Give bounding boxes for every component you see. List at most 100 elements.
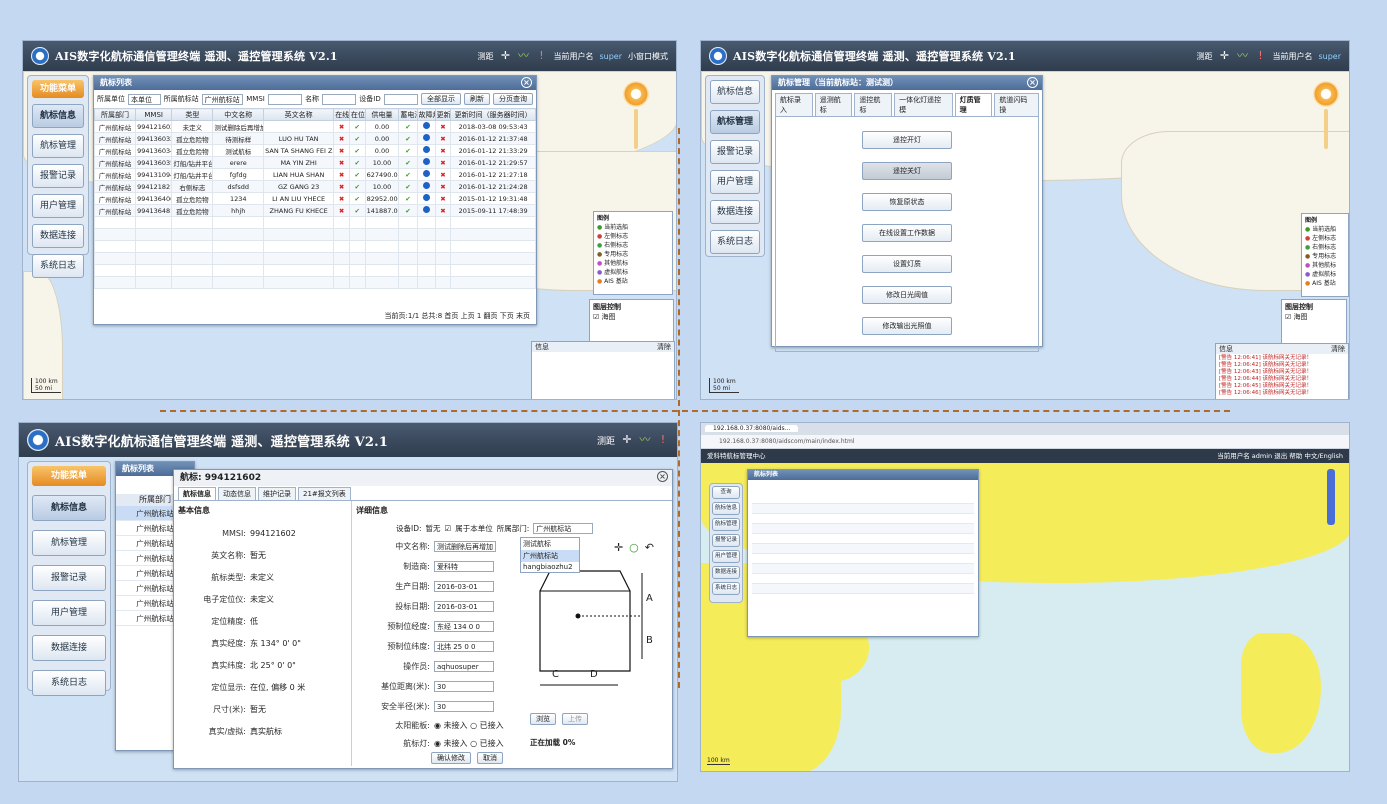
measure-button[interactable]: 测距: [597, 434, 615, 447]
control-button-3[interactable]: 在线设置工作数据: [862, 224, 952, 242]
table-row[interactable]: [752, 524, 974, 534]
pager[interactable]: 当前页:1/1 总共:8 首页 上页 1 翻页 下页 末页: [385, 311, 530, 321]
menu-item-aid-manage[interactable]: 航标管理: [32, 134, 84, 158]
solar-radio-no[interactable]: ◉ 未接入: [434, 720, 468, 731]
measure-button[interactable]: 测距: [477, 51, 493, 62]
minimap-toggle[interactable]: 小窗口模式: [628, 51, 668, 62]
own-unit-checkbox[interactable]: ☑: [445, 524, 452, 533]
column-header[interactable]: MMSI: [135, 108, 173, 121]
column-header[interactable]: 英文名称: [263, 108, 335, 121]
table-row[interactable]: [752, 514, 974, 524]
table-row[interactable]: [752, 554, 974, 564]
map-view[interactable]: 功能菜单 航标信息 航标管理 报警记录 用户管理 数据连接 系统日志 航标列表 ×…: [23, 71, 676, 399]
tab-3[interactable]: 21#报文列表: [298, 487, 351, 500]
zoom-slider[interactable]: [634, 109, 638, 149]
table-row[interactable]: 广州航标站 994136035 灯船/钻井平台 erere MA YIN ZHI ✖ ✔ 10…: [94, 156, 536, 169]
upload-button[interactable]: 上传: [562, 713, 588, 725]
draw-icon[interactable]: 〰: [517, 50, 529, 62]
web-sidebar-item[interactable]: 用户管理: [712, 550, 740, 563]
form-input[interactable]: 测试删除后再增加: [434, 540, 496, 552]
browse-button[interactable]: 浏览: [530, 713, 556, 725]
web-sidebar-item[interactable]: 数据连接: [712, 566, 740, 579]
browser-tab[interactable]: 192.168.0.37:8080/aids...: [705, 425, 799, 432]
table-row[interactable]: [752, 564, 974, 574]
pan-icon[interactable]: ✛: [621, 434, 633, 446]
lamp-radio-no[interactable]: ◉ 未接入: [434, 738, 468, 749]
column-header[interactable]: 蓄电池: [398, 108, 418, 121]
name-input[interactable]: [322, 93, 357, 105]
tab-1[interactable]: 动态信息: [218, 487, 256, 500]
compass-icon[interactable]: [623, 81, 649, 107]
form-input[interactable]: aqhuosuper: [434, 660, 494, 672]
table-row[interactable]: [752, 504, 974, 514]
web-sidebar-item[interactable]: 报警记录: [712, 534, 740, 547]
menu-item-system-log[interactable]: 系统日志: [710, 230, 760, 254]
table-row[interactable]: 广州航标站 994136034 孤立危险物 测试航标 SAN TA SHANG FEI …: [94, 144, 536, 157]
control-button-5[interactable]: 修改日光阈值: [862, 286, 952, 304]
form-input[interactable]: 爱科特: [434, 560, 494, 572]
info-clear-button[interactable]: 清除: [1331, 344, 1345, 354]
menu-item-users[interactable]: 用户管理: [32, 194, 84, 218]
column-header[interactable]: 在位: [348, 108, 366, 121]
web-sidebar-item[interactable]: 航标管理: [712, 518, 740, 531]
compass-icon[interactable]: [1313, 81, 1339, 107]
device-input[interactable]: [383, 93, 418, 105]
draw-icon[interactable]: 〰: [639, 434, 651, 446]
tab-2[interactable]: 遥控航标: [854, 93, 893, 116]
warning-icon[interactable]: !: [535, 50, 547, 62]
column-header[interactable]: 更新: [434, 108, 452, 121]
menu-item-alarms[interactable]: 报警记录: [32, 164, 84, 188]
web-sidebar-item[interactable]: 系统日志: [712, 582, 740, 595]
layer-item[interactable]: ☑ 海图: [593, 312, 670, 322]
layer-item[interactable]: ☑ 海图: [1285, 312, 1343, 322]
control-button-2[interactable]: 恢复原状态: [862, 193, 952, 211]
mmsi-input[interactable]: [267, 93, 303, 105]
chart-zoom-slider[interactable]: [1327, 469, 1335, 525]
table-row[interactable]: [752, 584, 974, 594]
menu-item-system-log[interactable]: 系统日志: [32, 254, 84, 278]
undo-icon[interactable]: ↶: [645, 541, 654, 554]
map-zoom-control[interactable]: [623, 81, 649, 151]
menu-item-aid-info[interactable]: 航标信息: [32, 104, 84, 128]
table-row[interactable]: 广州航标站 994136481 孤立危险物 hhjh ZHANG FU KHECE ✖ ✔ 1…: [94, 204, 536, 217]
menu-item-aid-manage[interactable]: 航标管理: [710, 110, 760, 134]
tab-1[interactable]: 遥测航标: [814, 93, 853, 116]
column-header[interactable]: 更新时间（服务器时间）: [450, 108, 536, 121]
web-sidebar-item[interactable]: 航标信息: [712, 502, 740, 515]
info-clear-button[interactable]: 清除: [657, 342, 671, 352]
table-row[interactable]: [752, 574, 974, 584]
dropdown-option[interactable]: 广州航标站: [521, 550, 579, 562]
paged-query-button[interactable]: 分页查询: [493, 93, 533, 105]
column-header[interactable]: 中文名称: [212, 108, 265, 121]
refresh-button[interactable]: 刷新: [464, 93, 490, 105]
map-view[interactable]: 功能菜单 航标信息 航标管理 报警记录 用户管理 数据连接 系统日志 航标列表 …: [19, 457, 677, 781]
solar-radio-yes[interactable]: ○ 已接入: [470, 720, 504, 731]
map-view[interactable]: 航标信息 航标管理 报警记录 用户管理 数据连接 系统日志 航标管理（当前航标站…: [701, 71, 1349, 399]
table-row[interactable]: 广州航标站 994136032 孤立危险物 待测标样 LUO HU TAN ✖ ✔ 0.00 ✔…: [94, 132, 536, 145]
dropdown-option[interactable]: hangbiaozhu2: [521, 562, 579, 572]
menu-item-data-connection[interactable]: 数据连接: [32, 224, 84, 248]
control-button-1[interactable]: 遥控关灯: [862, 162, 952, 180]
unit-select[interactable]: 本单位: [128, 93, 161, 105]
form-input[interactable]: 30: [434, 680, 494, 692]
table-row[interactable]: [752, 494, 974, 504]
lamp-radio-yes[interactable]: ○ 已接入: [470, 738, 504, 749]
close-icon[interactable]: ×: [657, 471, 668, 482]
column-header[interactable]: 故障灯: [416, 108, 436, 121]
menu-item-aid-info[interactable]: 航标信息: [32, 495, 106, 521]
pan-icon[interactable]: ✛: [1218, 50, 1230, 62]
menu-item-aid-manage[interactable]: 航标管理: [32, 530, 106, 556]
form-input[interactable]: 2016-03-01: [434, 600, 494, 612]
menu-item-alarms[interactable]: 报警记录: [32, 565, 106, 591]
tab-0[interactable]: 航标录入: [775, 93, 813, 116]
table-row[interactable]: 广州航标站 994131094 灯船/钻井平台 fgfdg LIAN HUA SHAN ✖…: [94, 168, 536, 181]
form-input[interactable]: 北纬 25 0 0: [434, 640, 494, 652]
measure-button[interactable]: 测距: [1196, 51, 1212, 62]
close-icon[interactable]: ×: [521, 77, 532, 88]
column-header[interactable]: 供电量: [364, 108, 400, 121]
warning-icon[interactable]: !: [657, 434, 669, 446]
menu-item-system-log[interactable]: 系统日志: [32, 670, 106, 696]
cancel-button[interactable]: 取消: [477, 752, 503, 764]
web-sidebar-item[interactable]: 查询: [712, 486, 740, 499]
table-row[interactable]: 广州航标站 994121602 未定义 测试删除后再增加 ✖ ✔ 0.00 ✔ ✖ 2018-03…: [94, 120, 536, 133]
